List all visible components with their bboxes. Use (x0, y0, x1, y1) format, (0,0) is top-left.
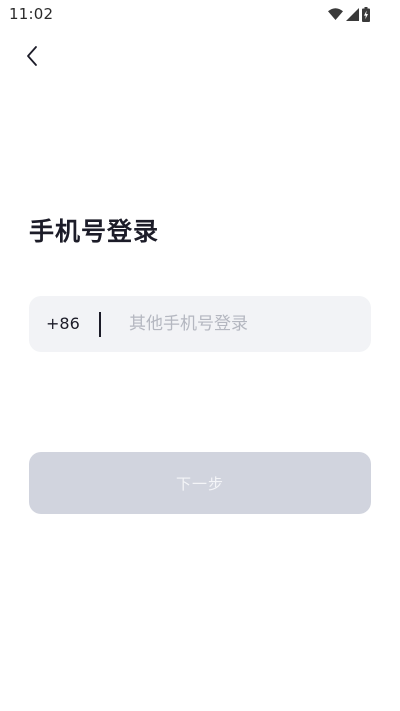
battery-charging-icon (362, 6, 370, 22)
status-time: 11:02 (9, 5, 54, 23)
cellular-signal-icon (346, 7, 359, 21)
chevron-left-icon (25, 45, 39, 71)
text-cursor (99, 312, 101, 337)
status-bar: 11:02 (0, 0, 400, 28)
back-button[interactable] (18, 44, 46, 72)
phone-login-screen: 11:02 手机号登录 +86 其他手机号登录 下一步 (0, 0, 400, 711)
country-code-selector[interactable]: +86 (46, 296, 80, 352)
wifi-icon (328, 8, 343, 20)
phone-number-input[interactable] (99, 296, 371, 352)
phone-number-field: +86 (29, 296, 371, 352)
next-step-button[interactable]: 下一步 (29, 452, 371, 514)
status-icons (328, 6, 370, 22)
page-title: 手机号登录 (29, 217, 160, 246)
